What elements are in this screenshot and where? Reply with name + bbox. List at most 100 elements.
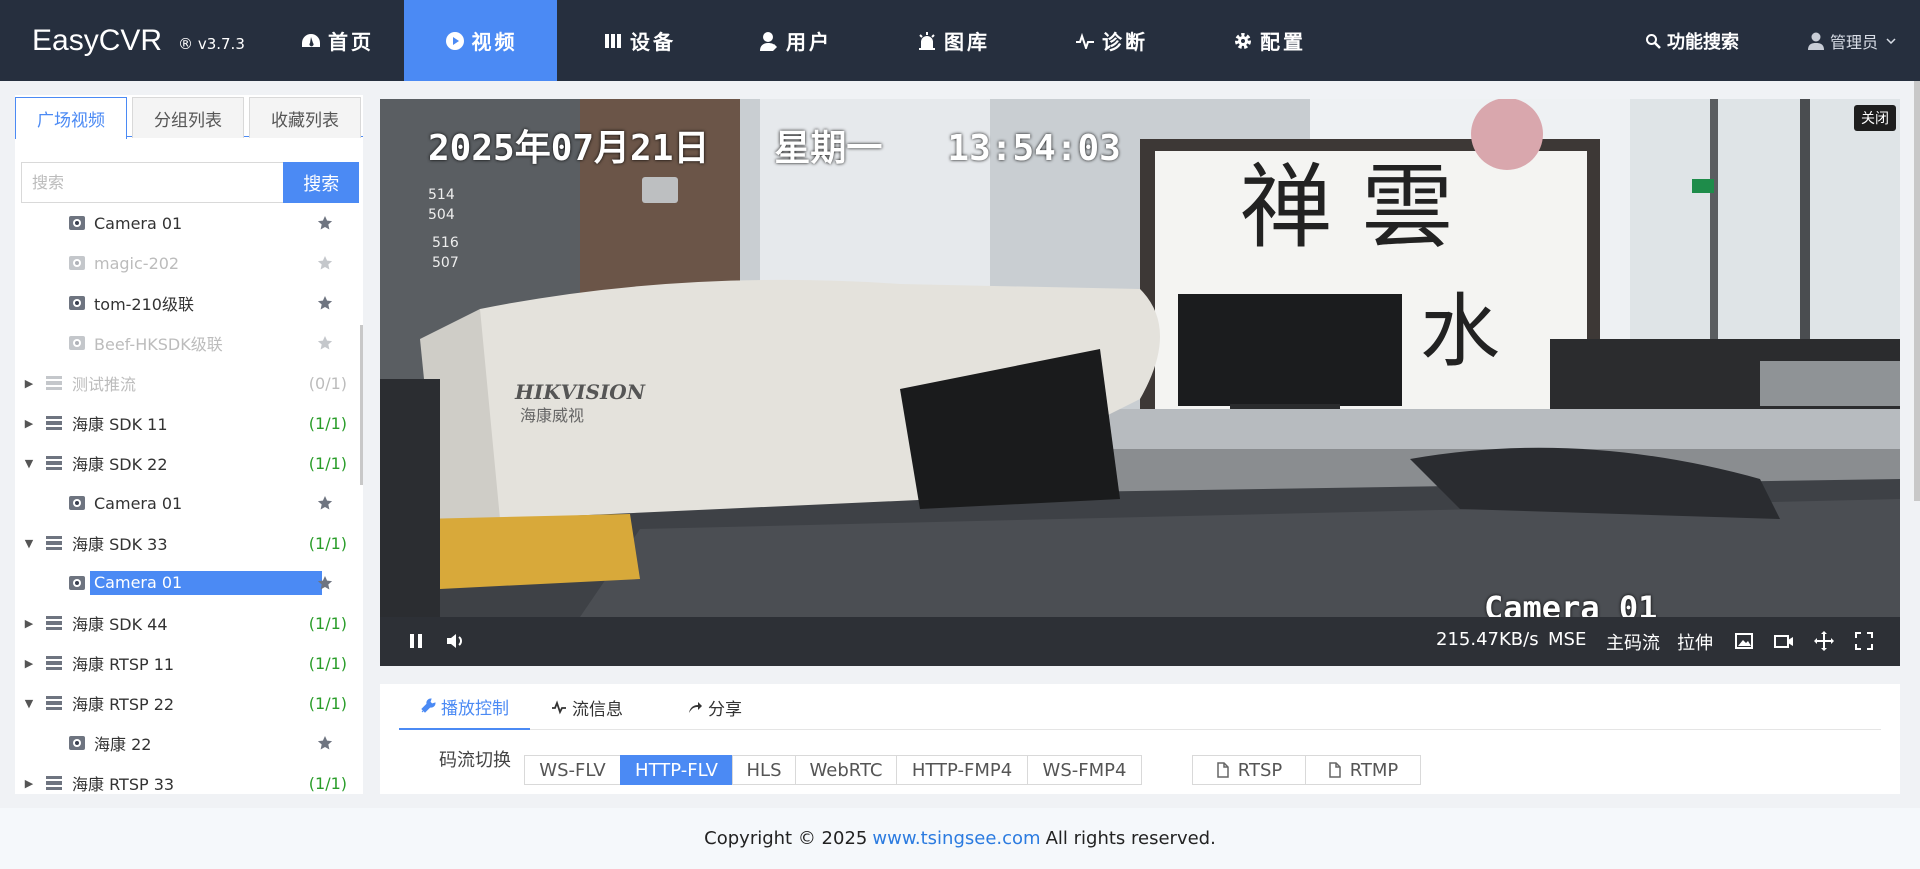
tree-group[interactable]: ▼ 海康 SDK 22 (1/1) xyxy=(15,443,363,483)
ptz-move-icon[interactable] xyxy=(1812,629,1836,653)
page-scrollbar[interactable] xyxy=(1914,81,1920,501)
tree-camera[interactable]: Camera 01 xyxy=(15,483,363,523)
columns-icon xyxy=(602,30,624,52)
format-hls[interactable]: HLS xyxy=(732,755,796,785)
nav-device[interactable]: 设备 xyxy=(572,0,706,81)
tools-icon xyxy=(421,698,436,713)
control-panel: 播放控制 流信息 分享 码流切换 WS-FLV HTTP-FLV HLS Web… xyxy=(380,684,1900,794)
online-count: (1/1) xyxy=(308,613,347,633)
tree-camera[interactable]: Beef-HKSDK级联 xyxy=(15,323,363,363)
nav-user-label: 用户 xyxy=(786,30,832,54)
nav-device-label: 设备 xyxy=(630,30,676,54)
tree-group[interactable]: ▶ 测试推流 (0/1) xyxy=(15,363,363,403)
fullscreen-icon[interactable] xyxy=(1852,629,1876,653)
star-icon[interactable] xyxy=(317,735,333,751)
format-http-flv[interactable]: HTTP-FLV xyxy=(620,755,733,785)
tree-item-label: Beef-HKSDK级联 xyxy=(94,335,223,354)
caret-right-icon[interactable]: ▶ xyxy=(23,417,35,430)
search-button[interactable]: 搜索 xyxy=(283,162,359,203)
brand[interactable]: EasyCVR ® v3.7.3 xyxy=(32,0,245,81)
stretch-toggle[interactable]: 拉伸 xyxy=(1677,629,1713,655)
nav-config-label: 配置 xyxy=(1260,30,1306,54)
nav-user[interactable]: 用户 xyxy=(728,0,862,81)
star-icon[interactable] xyxy=(317,495,333,511)
tree-camera[interactable]: tom-210级联 xyxy=(15,283,363,323)
tab-square-video[interactable]: 广场视频 xyxy=(15,97,127,139)
star-icon[interactable] xyxy=(317,215,333,231)
search-input[interactable] xyxy=(21,162,284,203)
player-controls: 215.47KB/s MSE 主码流 拉伸 xyxy=(380,617,1900,666)
nav-gallery[interactable]: 图库 xyxy=(886,0,1020,81)
star-icon[interactable] xyxy=(317,575,333,591)
caret-right-icon[interactable]: ▶ xyxy=(23,617,35,630)
footer: Copyright © 2025 www.tsingsee.com All ri… xyxy=(0,808,1920,869)
star-icon[interactable] xyxy=(317,335,333,351)
format-webrtc[interactable]: WebRTC xyxy=(795,755,897,785)
tree-group[interactable]: ▶ 海康 SDK 11 (1/1) xyxy=(15,403,363,443)
camera-icon xyxy=(68,335,86,351)
nav-home[interactable]: 首页 xyxy=(270,0,404,81)
tree-camera[interactable]: Camera 01 xyxy=(15,563,363,603)
user-menu[interactable]: 管理员 xyxy=(1808,0,1896,81)
server-icon xyxy=(45,655,63,671)
tree-item-label: Camera 01 xyxy=(90,571,322,595)
caret-right-icon[interactable]: ▶ xyxy=(23,377,35,390)
tab-stream-info[interactable]: 流信息 xyxy=(551,684,623,730)
control-tabs: 播放控制 流信息 分享 xyxy=(399,684,1881,730)
chevron-down-icon xyxy=(1886,37,1896,44)
tree-camera[interactable]: magic-202 xyxy=(15,243,363,283)
caret-right-icon[interactable]: ▶ xyxy=(23,777,35,790)
copy-rtsp-button[interactable]: RTSP xyxy=(1192,755,1306,785)
file-icon xyxy=(1328,762,1341,778)
snapshot-icon[interactable] xyxy=(1732,629,1756,653)
pulse-icon xyxy=(552,700,566,715)
feature-search[interactable]: 功能搜索 xyxy=(1645,0,1739,81)
caret-down-icon[interactable]: ▼ xyxy=(23,697,35,710)
copy-rtmp-button[interactable]: RTMP xyxy=(1305,755,1421,785)
format-ws-flv[interactable]: WS-FLV xyxy=(524,755,621,785)
mse-mode[interactable]: MSE xyxy=(1548,629,1586,650)
nav-video[interactable]: 视频 xyxy=(404,0,557,81)
tree-group[interactable]: ▶ 海康 RTSP 33 (1/1) xyxy=(15,763,363,795)
volume-icon[interactable] xyxy=(443,629,467,653)
tree-group[interactable]: ▶ 海康 SDK 44 (1/1) xyxy=(15,603,363,643)
nav-diagnose[interactable]: 诊断 xyxy=(1044,0,1178,81)
pulse-icon xyxy=(1074,30,1096,52)
close-video-button[interactable]: 关闭 xyxy=(1854,105,1896,131)
online-count: (1/1) xyxy=(308,453,347,473)
tab-share[interactable]: 分享 xyxy=(687,684,742,730)
tree-camera[interactable]: 海康 22 xyxy=(15,723,363,763)
caret-down-icon[interactable]: ▼ xyxy=(23,457,35,470)
caret-right-icon[interactable]: ▶ xyxy=(23,657,35,670)
tree-scrollbar[interactable] xyxy=(360,325,363,485)
tab-favorites[interactable]: 收藏列表 xyxy=(249,97,361,138)
alarm-icon xyxy=(916,30,938,52)
star-icon[interactable] xyxy=(317,255,333,271)
stream-select[interactable]: 主码流 xyxy=(1606,629,1660,655)
site-link[interactable]: www.tsingsee.com xyxy=(872,828,1040,849)
tree-item-label: 海康 SDK 11 xyxy=(72,415,168,434)
tree-camera[interactable]: Camera 01 xyxy=(15,203,363,243)
tab-group-list[interactable]: 分组列表 xyxy=(132,97,244,138)
star-icon[interactable] xyxy=(317,295,333,311)
tree-item-label: Camera 01 xyxy=(94,493,183,513)
caret-down-icon[interactable]: ▼ xyxy=(23,537,35,550)
copyright-suffix: All rights reserved. xyxy=(1045,828,1216,849)
tree-group[interactable]: ▼ 海康 SDK 33 (1/1) xyxy=(15,523,363,563)
format-ws-fmp4[interactable]: WS-FMP4 xyxy=(1027,755,1142,785)
channel-tree: Camera 01 magic-202 tom-210级联 Beef-HKSDK级联 ▶… xyxy=(15,203,363,795)
nav-config[interactable]: 配置 xyxy=(1202,0,1336,81)
top-nav-bar: EasyCVR ® v3.7.3 首页 视频 设备 用户 图库 诊断 配置 功能… xyxy=(0,0,1920,81)
pause-icon[interactable] xyxy=(404,629,428,653)
record-icon[interactable] xyxy=(1772,629,1796,653)
tree-group[interactable]: ▼ 海康 RTSP 22 (1/1) xyxy=(15,683,363,723)
tree-group[interactable]: ▶ 海康 RTSP 11 (1/1) xyxy=(15,643,363,683)
app-version: ® v3.7.3 xyxy=(178,34,245,53)
camera-icon xyxy=(68,735,86,751)
play-circle-icon xyxy=(444,30,466,52)
tab-play-control[interactable]: 播放控制 xyxy=(399,684,530,730)
video-player[interactable]: 禅 雲 水 HIKVISION 海康威视 514 504 516 507 202… xyxy=(380,99,1900,666)
format-http-fmp4[interactable]: HTTP-FMP4 xyxy=(896,755,1028,785)
tree-item-label: 测试推流 xyxy=(72,375,137,394)
nav-home-label: 首页 xyxy=(328,30,374,54)
